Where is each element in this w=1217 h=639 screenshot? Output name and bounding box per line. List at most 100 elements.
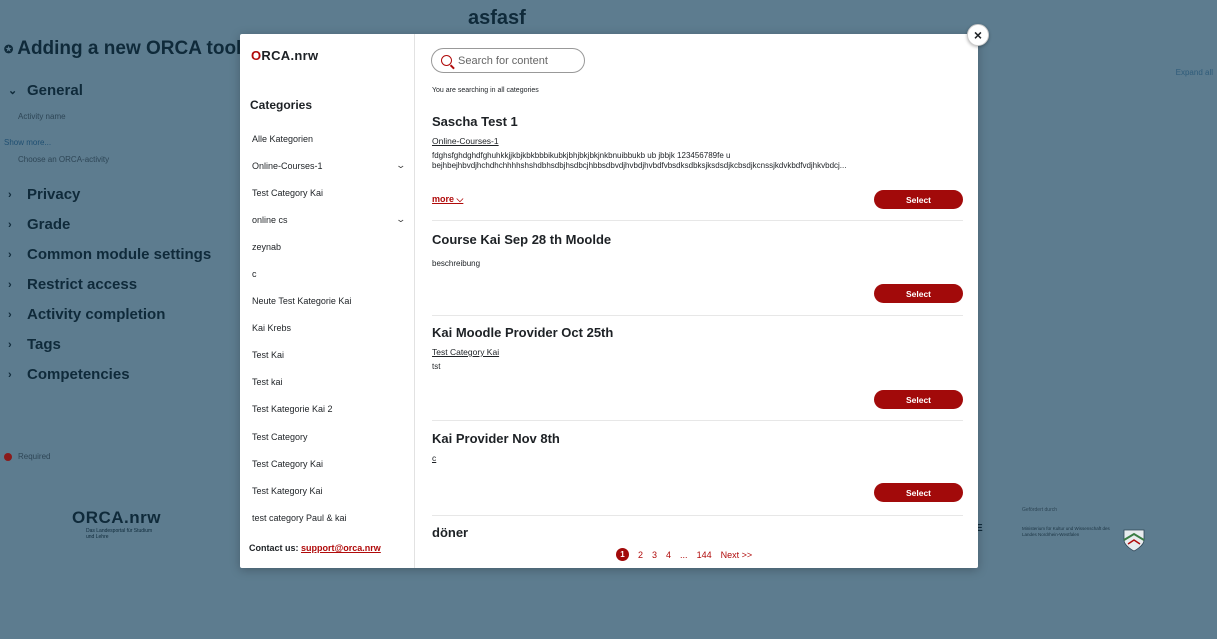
result-category-link[interactable]: Test Category Kai: [432, 347, 963, 357]
more-link[interactable]: more ⌵: [432, 194, 463, 205]
page-heading-text: Adding a new ORCA tool: [17, 38, 242, 59]
activity-name-label: Activity name: [18, 112, 66, 121]
course-title: asfasf: [468, 7, 526, 29]
select-button[interactable]: Select: [874, 483, 963, 502]
footer-logo: ORCA.nrw Das Landesportal für Studium un…: [72, 508, 161, 540]
select-button[interactable]: Select: [874, 284, 963, 303]
select-button[interactable]: Select: [874, 390, 963, 409]
chevron-right-icon: ›: [8, 188, 12, 201]
result-title: Course Kai Sep 28 th Moolde: [432, 232, 612, 247]
section-activity-completion[interactable]: › Activity completion: [8, 306, 165, 323]
select-button[interactable]: Select: [874, 190, 963, 209]
required-icon: [4, 452, 12, 461]
tool-icon: ✪: [4, 43, 14, 56]
result-title: Sascha Test 1: [432, 114, 518, 129]
result-card: Course Kai Sep 28 th Moolde beschreibung…: [432, 232, 963, 316]
category-item[interactable]: c: [252, 260, 407, 287]
results-panel: You are searching in all categories Sasc…: [415, 34, 978, 568]
orca-logo: ORCA.nrw: [251, 48, 318, 63]
contact-email-link[interactable]: support@orca.nrw: [301, 543, 381, 553]
category-item[interactable]: Test Category Kai: [252, 179, 407, 206]
funded-by-label: Gefördert durch: [1022, 507, 1058, 513]
next-page-link[interactable]: Next >>: [721, 550, 753, 560]
result-description: beschreibung: [432, 259, 481, 268]
page-link[interactable]: 2: [638, 550, 643, 560]
category-label: Test Category Kai: [252, 458, 324, 469]
section-label: Privacy: [27, 186, 81, 203]
page-current[interactable]: 1: [616, 548, 629, 561]
category-item[interactable]: zeynab: [252, 233, 407, 260]
category-label: zeynab: [252, 241, 282, 252]
category-item[interactable]: Test Kategory Kai: [252, 477, 407, 504]
category-item[interactable]: test category Paul & kai: [252, 504, 407, 531]
logo-text: RCA.nrw: [261, 48, 319, 63]
chevron-right-icon: ›: [8, 218, 12, 231]
expand-all-link[interactable]: Expand all: [1176, 68, 1213, 77]
chevron-down-icon[interactable]: ⌄: [396, 160, 407, 171]
category-item[interactable]: Neute Test Kategorie Kai: [252, 288, 407, 315]
category-item[interactable]: Test Kai: [252, 342, 407, 369]
section-label: Common module settings: [27, 246, 212, 263]
chevron-down-icon: ⌄: [8, 85, 18, 97]
category-label: Test Kategory Kai: [252, 485, 323, 496]
chevron-down-icon[interactable]: ⌄: [396, 214, 407, 225]
choose-activity-label: Choose an ORCA-activity: [18, 155, 110, 164]
category-item[interactable]: Test Kategorie Kai 2: [252, 396, 407, 423]
footer-logo-subtitle: Das Landesportal für Studium und Lehre: [86, 528, 153, 540]
category-item[interactable]: Alle Kategorien: [252, 125, 407, 152]
chevron-right-icon: ›: [8, 338, 12, 351]
category-label: Test Category: [252, 431, 308, 442]
page-link[interactable]: 3: [652, 550, 657, 560]
search-input[interactable]: [458, 54, 578, 67]
section-general[interactable]: ⌄ General: [8, 82, 83, 99]
category-label: online cs: [252, 214, 288, 225]
section-restrict-access[interactable]: › Restrict access: [8, 276, 137, 293]
search-icon: [441, 55, 452, 66]
result-card: döner: [432, 525, 963, 540]
result-title: döner: [432, 525, 469, 540]
category-label: Test kai: [252, 377, 283, 388]
show-more-link[interactable]: Show more...: [4, 138, 51, 147]
result-card: Sascha Test 1 Online-Courses-1 fdghsfghd…: [432, 114, 963, 221]
result-description: fdghsfghdghdfghuhkkjjkbjkbkbbbikubkjbhjb…: [432, 151, 847, 170]
logo-accent: O: [251, 48, 262, 63]
result-title: Kai Provider Nov 8th: [432, 431, 560, 446]
close-icon[interactable]: ×: [967, 24, 989, 46]
result-description: tst: [432, 362, 441, 371]
page-ellipsis: ...: [680, 549, 688, 560]
chevron-down-icon: ⌵: [456, 194, 464, 204]
category-item[interactable]: Test Category Kai: [252, 450, 407, 477]
category-label: Test Kategorie Kai 2: [252, 404, 333, 415]
section-label: Tags: [27, 336, 61, 353]
category-label: Alle Kategorien: [252, 133, 314, 144]
required-note: Required: [4, 452, 50, 461]
category-label: Test Category Kai: [252, 187, 324, 198]
section-privacy[interactable]: › Privacy: [8, 186, 80, 203]
result-title: Kai Moodle Provider Oct 25th: [432, 325, 614, 340]
category-item[interactable]: Kai Krebs: [252, 315, 407, 342]
section-competencies[interactable]: › Competencies: [8, 366, 130, 383]
category-label: c: [252, 269, 257, 280]
section-grade[interactable]: › Grade: [8, 216, 70, 233]
category-item[interactable]: Test Category: [252, 423, 407, 450]
category-item[interactable]: online cs ⌄: [252, 206, 407, 233]
result-category-link[interactable]: c: [432, 453, 963, 463]
section-tags[interactable]: › Tags: [8, 336, 61, 353]
contact-label: Contact us:: [249, 543, 299, 553]
more-label: more: [432, 194, 455, 204]
search-scope-text: You are searching in all categories: [432, 87, 539, 94]
content-selection-modal: ORCA.nrw Categories Alle Kategorien Onli…: [240, 34, 978, 568]
categories-title: Categories: [250, 98, 313, 112]
page-link-last[interactable]: 144: [697, 550, 712, 560]
category-item[interactable]: Online-Courses-1 ⌄: [252, 152, 407, 179]
category-label: Neute Test Kategorie Kai: [252, 296, 352, 307]
category-label: Kai Krebs: [252, 323, 292, 334]
page-link[interactable]: 4: [666, 550, 671, 560]
category-item[interactable]: Test kai: [252, 369, 407, 396]
footer-logo-text: ORCA.nrw: [72, 508, 161, 527]
search-box[interactable]: [431, 48, 585, 73]
contact-us: Contact us: support@orca.nrw: [249, 543, 381, 553]
result-card: Kai Provider Nov 8th c Select: [432, 431, 963, 516]
section-common-module-settings[interactable]: › Common module settings: [8, 246, 211, 263]
result-category-link[interactable]: Online-Courses-1: [432, 136, 963, 146]
